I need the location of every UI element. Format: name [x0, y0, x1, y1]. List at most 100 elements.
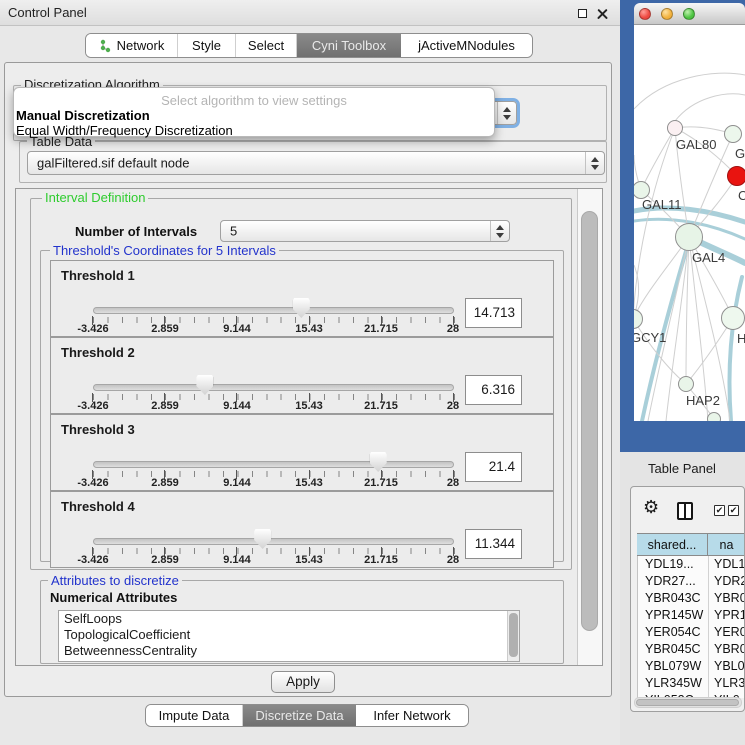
node-gal80[interactable] [667, 120, 683, 136]
cell[interactable]: YBR0 [709, 641, 745, 658]
table-row[interactable]: YDL19...YDL1 [638, 556, 745, 573]
checkbox-icon[interactable]: ✔ [728, 505, 739, 516]
node-partial-bottom[interactable] [707, 412, 721, 421]
node-red-selected[interactable] [727, 166, 745, 186]
tab-cyni-toolbox[interactable]: Cyni Toolbox [297, 34, 401, 57]
cell[interactable]: YBR045C [638, 641, 709, 658]
column-header-shared[interactable]: shared... [637, 534, 708, 555]
columns-icon[interactable] [677, 502, 693, 520]
number-of-intervals-value: 5 [230, 224, 237, 239]
tick-label: 21.715 [351, 554, 411, 566]
bottom-tab-bar: Impute Data Discretize Data Infer Networ… [145, 704, 469, 727]
cell[interactable]: YBR043C [638, 590, 709, 607]
attributes-group-title: Attributes to discretize [48, 573, 182, 588]
cell[interactable]: YDR2 [709, 573, 745, 590]
node-gal4[interactable] [675, 223, 703, 251]
tab-infer-network[interactable]: Infer Network [356, 705, 468, 726]
table-data-combobox[interactable]: galFiltered.sif default node [27, 151, 605, 175]
table-row[interactable]: YER054CYER0 [638, 624, 745, 641]
checkbox-icon[interactable]: ✔ [714, 505, 725, 516]
node-clipped-top[interactable] [724, 125, 742, 143]
zoom-traffic-light-icon[interactable] [683, 8, 695, 20]
threshold-2-slider-thumb[interactable] [196, 375, 213, 395]
attribute-item[interactable]: TopologicalCoefficient [59, 627, 519, 643]
tab-select[interactable]: Select [236, 34, 297, 57]
table-row[interactable]: YDR27...YDR2 [638, 573, 745, 590]
threshold-1-value-field[interactable]: 14.713 [465, 298, 522, 328]
cell[interactable]: YLR345W [638, 675, 709, 692]
node-hap2[interactable] [678, 376, 694, 392]
thresholds-group-title: Threshold's Coordinates for 5 Intervals [50, 243, 279, 258]
table-row[interactable]: YBR043CYBR0 [638, 590, 745, 607]
tick-label: 9.144 [207, 477, 267, 489]
table-horizontal-scrollbar[interactable] [634, 697, 742, 708]
cell[interactable]: YBL0 [709, 658, 745, 675]
tick-label: 2.859 [135, 477, 195, 489]
cell[interactable]: YPR145W [638, 607, 709, 624]
attribute-item[interactable]: SelfLoops [59, 611, 519, 627]
tab-jactivemnodules[interactable]: jActiveMNodules [401, 34, 532, 57]
table-header-row: shared... na [637, 533, 745, 556]
table-data-value: galFiltered.sif default node [37, 156, 189, 171]
close-icon[interactable] [597, 8, 609, 20]
attribute-item[interactable]: BetweennessCentrality [59, 643, 519, 659]
tick-label: 9.144 [207, 554, 267, 566]
attributes-scrollbar[interactable] [507, 611, 519, 661]
tab-impute-data[interactable]: Impute Data [146, 705, 243, 726]
cell[interactable]: YBL079W [638, 658, 709, 675]
float-window-icon[interactable] [577, 8, 589, 20]
cell[interactable]: YER0 [709, 624, 745, 641]
node-label-gal4: GAL4 [692, 250, 725, 265]
column-header-name[interactable]: na [708, 534, 745, 555]
close-traffic-light-icon[interactable] [639, 8, 651, 20]
table-row[interactable]: YLR345WYLR3 [638, 675, 745, 692]
network-view-canvas[interactable]: GAL80 G C GAL11 GAL4 GCY1 H HAP2 [634, 25, 745, 421]
threshold-3-value-field[interactable]: 21.4 [465, 452, 522, 482]
node-h[interactable] [721, 306, 745, 330]
number-of-intervals-label: Number of Intervals [75, 224, 197, 239]
threshold-3-slider-track[interactable] [93, 461, 454, 468]
threshold-3-slider-thumb[interactable] [370, 452, 387, 472]
table-row[interactable]: YPR145WYPR1 [638, 607, 745, 624]
table-horizontal-scrollbar-thumb[interactable] [636, 699, 739, 706]
cell[interactable]: YDL19... [638, 556, 709, 573]
cell[interactable]: YDL1 [709, 556, 745, 573]
dropdown-option-equal-width[interactable]: Equal Width/Frequency Discretization [16, 123, 233, 138]
cell[interactable]: YPR1 [709, 607, 745, 624]
table-row[interactable]: YBL079WYBL0 [638, 658, 745, 675]
tab-discretize-data[interactable]: Discretize Data [243, 705, 356, 726]
apply-button[interactable]: Apply [271, 671, 335, 693]
gear-icon[interactable]: ⚙ [643, 497, 659, 518]
tick-label: 9.144 [207, 323, 267, 335]
settings-scrollbar-thumb[interactable] [581, 211, 598, 631]
threshold-1-slider-thumb[interactable] [293, 298, 310, 318]
tab-style[interactable]: Style [178, 34, 236, 57]
table-row[interactable]: YBR045CYBR0 [638, 641, 745, 658]
minimize-traffic-light-icon[interactable] [661, 8, 673, 20]
settings-scrollbar[interactable] [577, 189, 602, 665]
cell[interactable]: YER054C [638, 624, 709, 641]
tab-network[interactable]: Network [86, 34, 178, 57]
number-of-intervals-combobox[interactable]: 5 [220, 220, 510, 242]
threshold-2-panel: Threshold 2 -3.426 2.859 9.144 15.43 21.… [50, 337, 554, 414]
threshold-4-value-field[interactable]: 11.344 [465, 529, 522, 559]
threshold-1-slider-track[interactable] [93, 307, 454, 314]
threshold-2-value-field[interactable]: 6.316 [465, 375, 522, 405]
cyni-toolbox-panel: Discretization Algorithm Select algorith… [4, 62, 612, 697]
settings-scrollpane: Interval Definition Number of Intervals … [15, 188, 603, 666]
cell[interactable]: YLR3 [709, 675, 745, 692]
tick-label: 15.43 [279, 554, 339, 566]
numerical-attributes-list: SelfLoops TopologicalCoefficient Between… [58, 610, 520, 662]
threshold-4-slider-track[interactable] [93, 538, 454, 545]
tab-network-label: Network [117, 38, 165, 53]
tick-label: 2.859 [135, 554, 195, 566]
combo-arrows-icon [585, 152, 604, 174]
dropdown-option-manual[interactable]: Manual Discretization [16, 108, 150, 123]
cell[interactable]: YBR0 [709, 590, 745, 607]
threshold-4-slider-thumb[interactable] [254, 529, 271, 549]
threshold-1-panel: Threshold 1 -3.426 2.859 9.144 15.43 21.… [50, 260, 554, 337]
cell[interactable]: YDR27... [638, 573, 709, 590]
threshold-2-slider-track[interactable] [93, 384, 454, 391]
tick-label: 15.43 [279, 400, 339, 412]
tick-label: 21.715 [351, 400, 411, 412]
